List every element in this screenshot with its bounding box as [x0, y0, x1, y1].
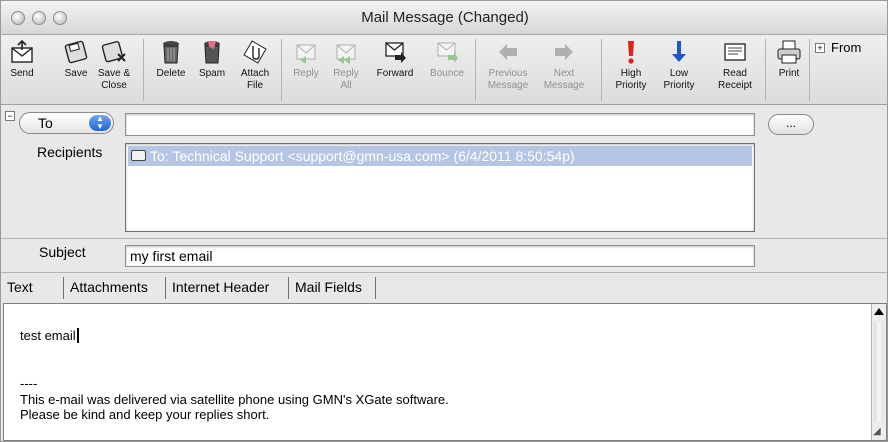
window-title: Mail Message (Changed) — [361, 9, 529, 26]
save-and-close-label: Save & Close — [97, 68, 131, 91]
high-priority-label: High Priority — [615, 68, 647, 91]
printer-icon — [776, 39, 802, 65]
reply-label: Reply — [293, 68, 319, 79]
title-bar[interactable]: Mail Message (Changed) — [1, 1, 887, 35]
toolbar-separator — [143, 39, 144, 101]
tab-separator — [375, 277, 376, 299]
toolbar-separator — [601, 39, 602, 101]
toolbar-separator — [281, 39, 282, 101]
right-arrow-icon — [551, 39, 577, 65]
exclamation-icon — [618, 39, 644, 65]
popup-arrows-icon: ▲ ▼ — [89, 115, 111, 131]
next-message-label: Next Message — [543, 68, 585, 91]
reply-icon — [293, 39, 319, 65]
save-and-close-button[interactable]: Save & Close — [93, 37, 135, 103]
signature-line: This e-mail was delivered via satellite … — [20, 392, 449, 407]
bounce-button[interactable]: Bounce — [427, 37, 467, 103]
spam-button[interactable]: Spam — [195, 37, 229, 103]
previous-message-button[interactable]: Previous Message — [483, 37, 533, 103]
forward-label: Forward — [376, 68, 414, 79]
signature-line: Please be kind and keep your replies sho… — [20, 407, 270, 422]
browse-addresses-button[interactable]: ... — [768, 114, 814, 135]
signature-separator: ---- — [20, 376, 38, 391]
address-input[interactable] — [125, 113, 755, 136]
toolbar-separator — [765, 39, 766, 101]
bounce-icon — [434, 39, 460, 65]
resize-grip-icon[interactable]: ◢ — [873, 427, 885, 439]
disk-icon — [63, 39, 89, 65]
spam-label: Spam — [198, 68, 226, 79]
send-button[interactable]: Send — [5, 37, 39, 103]
forward-button[interactable]: Forward — [371, 37, 419, 103]
vertical-scrollbar[interactable] — [871, 304, 886, 440]
subject-label: Subject — [39, 244, 86, 260]
recipient-row[interactable]: To: Technical Support <support@gmn-usa.c… — [128, 146, 752, 166]
receipt-icon — [722, 39, 748, 65]
read-receipt-button[interactable]: Read Receipt — [713, 37, 757, 103]
send-label: Send — [10, 68, 34, 79]
subject-input[interactable]: my first email — [125, 245, 755, 267]
spam-trash-icon — [199, 39, 225, 65]
reply-all-button[interactable]: Reply All — [329, 37, 363, 103]
mail-message-window: Mail Message (Changed) Send Save Save & … — [0, 0, 888, 442]
left-arrow-icon — [495, 39, 521, 65]
delete-label: Delete — [156, 68, 186, 79]
read-receipt-label: Read Receipt — [718, 68, 752, 91]
recipients-list[interactable]: To: Technical Support <support@gmn-usa.c… — [125, 143, 755, 232]
reply-button[interactable]: Reply — [289, 37, 323, 103]
print-label: Print — [778, 68, 800, 79]
toolbar: Send Save Save & Close Delete Spam Attac… — [1, 35, 887, 105]
address-card-icon — [131, 150, 146, 161]
tab-text[interactable]: Text — [1, 275, 39, 301]
send-icon — [9, 39, 35, 65]
scroll-track[interactable] — [874, 322, 884, 422]
from-label: From — [831, 40, 862, 55]
tab-internet-header[interactable]: Internet Header — [166, 275, 275, 301]
from-toggle[interactable]: + From — [815, 40, 861, 55]
collapse-header-toggle[interactable]: − — [5, 111, 15, 121]
paperclip-icon — [242, 39, 268, 65]
save-label: Save — [64, 68, 88, 79]
low-priority-label: Low Priority — [663, 68, 695, 91]
recipient-type-select[interactable]: To ▲ ▼ — [19, 112, 114, 134]
tab-attachments[interactable]: Attachments — [64, 275, 154, 301]
trash-icon — [158, 39, 184, 65]
recipient-type-value: To — [38, 115, 53, 131]
expand-plus-icon[interactable]: + — [815, 43, 825, 53]
print-button[interactable]: Print — [771, 37, 807, 103]
tab-mail-fields[interactable]: Mail Fields — [289, 275, 368, 301]
attach-file-button[interactable]: Attach File — [235, 37, 275, 103]
body-text: test email — [20, 328, 76, 343]
save-button[interactable]: Save — [59, 37, 93, 103]
reply-all-icon — [333, 39, 359, 65]
next-message-button[interactable]: Next Message — [539, 37, 589, 103]
bounce-label: Bounce — [430, 68, 464, 79]
previous-message-label: Previous Message — [487, 68, 529, 91]
tab-bar: Text Attachments Internet Header Mail Fi… — [1, 272, 887, 301]
recipients-label: Recipients — [37, 144, 103, 160]
delete-button[interactable]: Delete — [151, 37, 191, 103]
message-body-editor[interactable]: test email ---- This e-mail was delivere… — [3, 303, 887, 441]
divider — [1, 238, 887, 239]
reply-all-label: Reply All — [333, 68, 359, 91]
down-arrow-icon — [666, 39, 692, 65]
toolbar-separator — [809, 39, 810, 101]
low-priority-button[interactable]: Low Priority — [657, 37, 701, 103]
scroll-up-arrow-icon[interactable] — [874, 308, 884, 315]
high-priority-button[interactable]: High Priority — [609, 37, 653, 103]
forward-icon — [382, 39, 408, 65]
body-first-line: test email — [20, 328, 79, 343]
text-caret — [76, 328, 79, 343]
recipient-text: To: Technical Support <support@gmn-usa.c… — [150, 148, 575, 164]
attach-file-label: Attach File — [240, 68, 270, 91]
disk-close-icon — [101, 39, 127, 65]
toolbar-separator — [475, 39, 476, 101]
